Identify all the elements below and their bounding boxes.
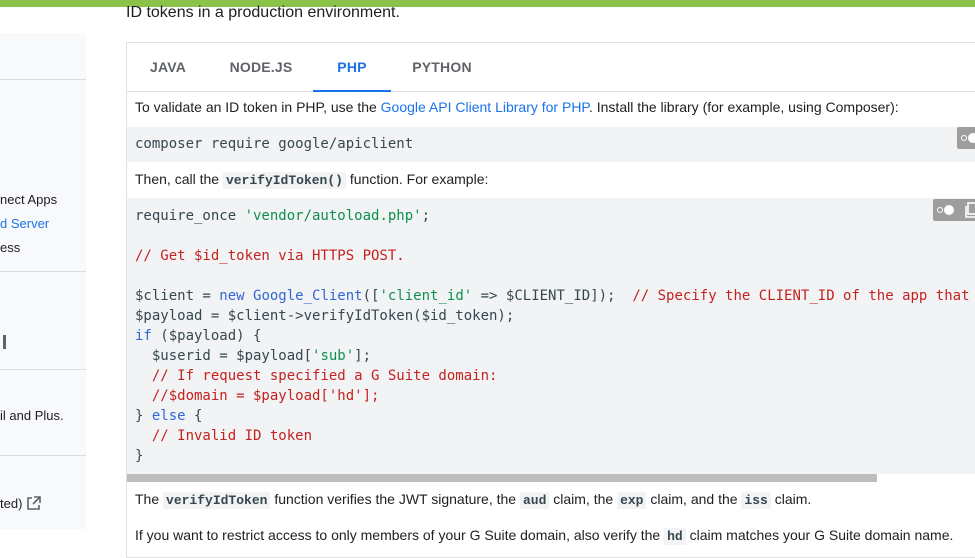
code-line: if ($payload) { xyxy=(135,328,262,344)
toggle-theme-icon xyxy=(961,135,967,141)
call-paragraph: Then, call the verifyIdToken() function.… xyxy=(135,171,489,189)
code-comment: // Get $id_token via HTTPS POST. xyxy=(135,248,405,264)
code-line: $payload = $client->verifyIdToken($id_to… xyxy=(135,308,515,324)
tab-php[interactable]: PHP xyxy=(313,43,391,92)
external-link-icon[interactable] xyxy=(26,496,41,511)
code-line: require_once 'vendor/autoload.php'; xyxy=(135,208,431,224)
paragraph-text: Then, call the xyxy=(135,171,223,187)
php-code-block: require_once 'vendor/autoload.php'; // G… xyxy=(127,198,975,474)
paragraph-text: To validate an ID token in PHP, use the xyxy=(135,99,381,115)
inline-code: verifyIdToken xyxy=(163,492,271,509)
intro-text: ID tokens in a production environment. xyxy=(126,4,400,21)
code-line: $userid = $payload['sub']; xyxy=(135,348,372,364)
sidebar-divider xyxy=(0,455,86,456)
language-tabs: JAVA NODE.JS PHP PYTHON xyxy=(127,43,975,92)
toggle-theme-icon[interactable] xyxy=(937,207,943,213)
paragraph-text: function. For example: xyxy=(345,171,489,187)
copy-icon[interactable] xyxy=(963,202,975,218)
toggle-theme-icon xyxy=(968,133,975,143)
restrict-paragraph: If you want to restrict access to only m… xyxy=(135,527,954,545)
composer-code-block: composer require google/apiclient xyxy=(127,127,975,162)
copy-button[interactable] xyxy=(957,127,975,149)
inline-code: aud xyxy=(519,492,550,509)
sidebar-item-gmail-plus[interactable]: il and Plus. xyxy=(0,408,64,423)
code-line: $client = new Google_Client(['client_id'… xyxy=(135,288,970,304)
code-horizontal-scrollbar[interactable] xyxy=(127,474,877,482)
sidebar-item-connect-apps[interactable]: nect Apps xyxy=(0,192,57,207)
tab-java[interactable]: JAVA xyxy=(127,43,209,91)
tab-nodejs[interactable]: NODE.JS xyxy=(209,43,313,91)
sidebar-nav: nect Apps d Server ess il and Plus. ted) xyxy=(0,33,86,529)
code-line: } else { xyxy=(135,408,203,424)
sidebar-fragment-icon xyxy=(0,335,6,349)
inline-code: hd xyxy=(664,528,686,545)
paragraph-text: . Install the library (for example, usin… xyxy=(588,99,899,115)
code-comment: //$domain = $payload['hd']; xyxy=(135,388,380,404)
code-comment: // Invalid ID token xyxy=(135,428,313,444)
sidebar-divider xyxy=(0,369,86,370)
code-actions xyxy=(933,199,975,221)
intro-paragraph: To validate an ID token in PHP, use the … xyxy=(135,99,899,115)
inline-code: iss xyxy=(741,492,771,509)
sidebar-divider xyxy=(0,79,86,80)
sidebar-item-server[interactable]: d Server xyxy=(0,216,49,231)
sidebar-divider xyxy=(0,271,86,272)
sidebar-item-access[interactable]: ess xyxy=(0,240,20,255)
code-line: composer require google/apiclient xyxy=(135,136,414,152)
sidebar-item-deprecated[interactable]: ted) xyxy=(0,496,22,511)
toggle-theme-icon[interactable] xyxy=(944,205,954,215)
php-library-link[interactable]: Google API Client Library for PHP xyxy=(381,99,589,115)
code-line: } xyxy=(135,448,144,464)
code-sample-panel: JAVA NODE.JS PHP PYTHON To validate an I… xyxy=(126,42,975,558)
inline-code: verifyIdToken() xyxy=(222,172,346,189)
verify-paragraph: The verifyIdToken function verifies the … xyxy=(135,491,812,509)
tab-python[interactable]: PYTHON xyxy=(391,43,493,91)
code-comment: // If request specified a G Suite domain… xyxy=(135,368,498,384)
inline-code: exp xyxy=(617,492,647,509)
